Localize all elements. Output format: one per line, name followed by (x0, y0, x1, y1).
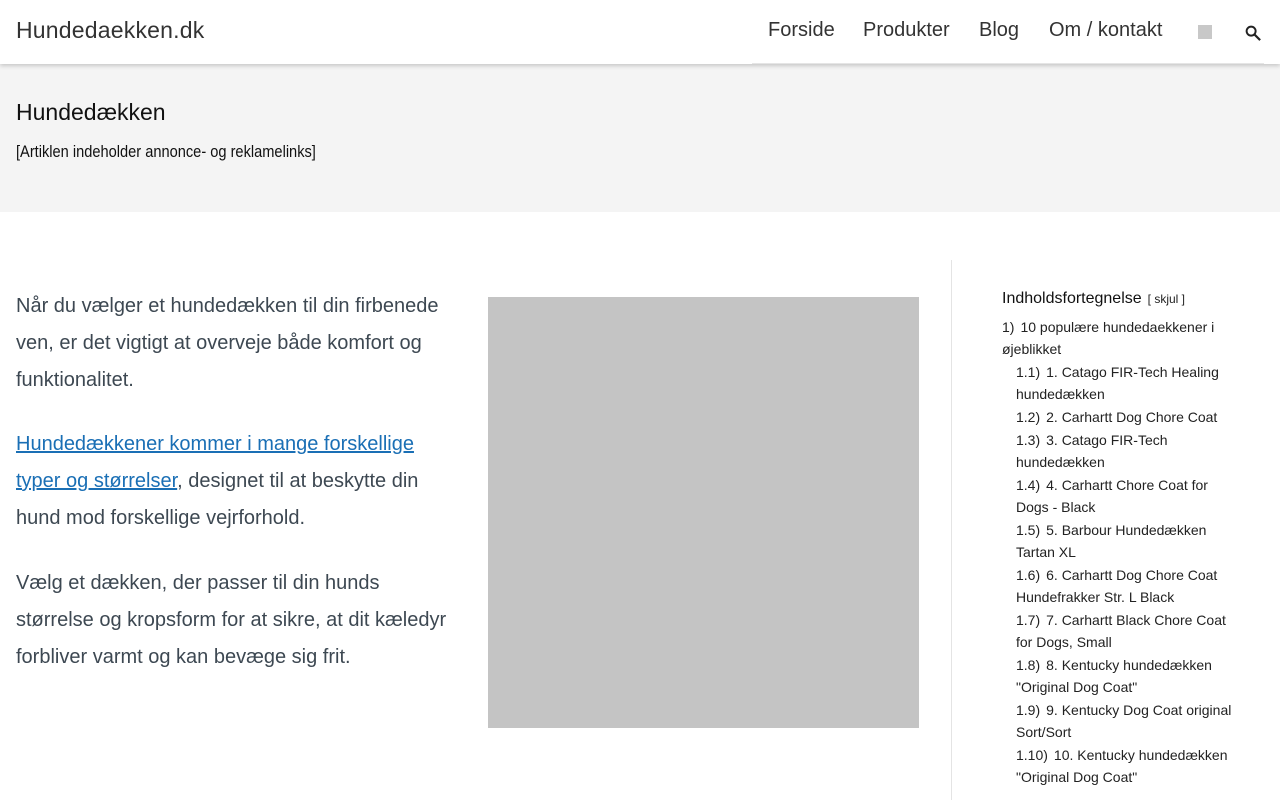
toc-item[interactable]: 1.7) 7. Carhartt Black Chore Coat for Dog… (1002, 609, 1242, 653)
nav-item-om-kontakt[interactable]: Om / kontakt (1049, 19, 1162, 42)
toc-item-label[interactable]: 2. Carhartt Dog Chore Coat (1046, 409, 1217, 425)
toc-item[interactable]: 1.9) 9. Kentucky Dog Coat original Sort/S… (1002, 699, 1242, 743)
toc-item-number: 1.7) (1016, 612, 1041, 628)
toc-item-label[interactable]: 4. Carhartt Chore Coat for Dogs - Black (1016, 477, 1208, 515)
article-image (488, 297, 919, 728)
toc-item[interactable]: 1.5) 5. Barbour Hundedækken Tartan XL (1002, 519, 1242, 563)
toc-item[interactable]: 1.10) 10. Kentucky hundedækken "Original … (1002, 744, 1242, 788)
toc-item-number: 1.1) (1016, 364, 1041, 380)
toc-item-label[interactable]: 5. Barbour Hundedækken Tartan XL (1016, 522, 1206, 560)
toc-toggle-button[interactable]: [ skjul ] (1148, 292, 1185, 306)
toc-item-number: 1.5) (1016, 522, 1041, 538)
article-paragraph-2: Hundedækkener kommer i mange forskellige… (16, 426, 456, 537)
table-of-contents: Indholdsfortegnelse [ skjul ] 1) 10 populæ… (1002, 290, 1242, 788)
toc-item[interactable]: 1.3) 3. Catago FIR-Tech hundedækken (1002, 429, 1242, 473)
toc-item[interactable]: 1.1) 1. Catago FIR-Tech Healing hundedækk… (1002, 361, 1242, 405)
nav-item-blog[interactable]: Blog (979, 19, 1019, 42)
ad-disclaimer: [Artiklen indeholder annonce- og reklame… (16, 142, 316, 161)
main-nav: Forside Produkter Blog Om / kontakt (752, 0, 1264, 64)
toc-item-label[interactable]: 1. Catago FIR-Tech Healing hundedækken (1016, 364, 1219, 402)
toc-item-number: 1.4) (1016, 477, 1041, 493)
toc-item-number: 1.2) (1016, 409, 1041, 425)
toc-item[interactable]: 1.4) 4. Carhartt Chore Coat for Dogs - Bl… (1002, 474, 1242, 518)
toc-item-label[interactable]: 7. Carhartt Black Chore Coat for Dogs, S… (1016, 612, 1226, 650)
site-title-link[interactable]: Hundedaekken.dk (16, 17, 204, 44)
page-title: Hundedækken (16, 99, 166, 125)
article-paragraph-1: Når du vælger et hundedækken til din fir… (16, 295, 439, 391)
toc-item[interactable]: 1) 10 populære hundedaekkener i øjeblikke… (1002, 316, 1242, 360)
toc-item-label[interactable]: 10 populære hundedaekkener i øjeblikket (1002, 319, 1214, 357)
placeholder-square-icon[interactable] (1198, 25, 1212, 39)
search-icon[interactable] (1244, 24, 1262, 42)
toc-item-number: 1.9) (1016, 702, 1041, 718)
nav-item-produkter[interactable]: Produkter (863, 19, 950, 42)
toc-title: Indholdsfortegnelse (1002, 290, 1142, 307)
toc-item[interactable]: 1.8) 8. Kentucky hundedækken "Original Do… (1002, 654, 1242, 698)
article-paragraph-3: Vælg et dækken, der passer til din hunds… (16, 572, 447, 668)
sidebar-divider (951, 260, 952, 800)
toc-item-label[interactable]: 6. Carhartt Dog Chore Coat Hundefrakker … (1016, 567, 1217, 605)
toc-item-number: 1.6) (1016, 567, 1041, 583)
toc-item-number: 1.10) (1016, 747, 1048, 763)
toc-item-number: 1.3) (1016, 432, 1041, 448)
page-hero: Hundedækken [Artiklen indeholder annonce… (0, 64, 1280, 212)
toc-list: 1) 10 populære hundedaekkener i øjeblikke… (1002, 316, 1242, 788)
toc-item[interactable]: 1.6) 6. Carhartt Dog Chore Coat Hundefrak… (1002, 564, 1242, 608)
toc-item-label[interactable]: 9. Kentucky Dog Coat original Sort/Sort (1016, 702, 1231, 740)
toc-header: Indholdsfortegnelse [ skjul ] (1002, 290, 1242, 308)
toc-item-number: 1) (1002, 319, 1015, 335)
site-header: Hundedaekken.dk Forside Produkter Blog O… (0, 0, 1280, 64)
toc-item-label[interactable]: 8. Kentucky hundedækken "Original Dog Co… (1016, 657, 1212, 695)
toc-item-number: 1.8) (1016, 657, 1041, 673)
toc-item[interactable]: 1.2) 2. Carhartt Dog Chore Coat (1002, 406, 1242, 428)
nav-item-forside[interactable]: Forside (768, 19, 835, 42)
